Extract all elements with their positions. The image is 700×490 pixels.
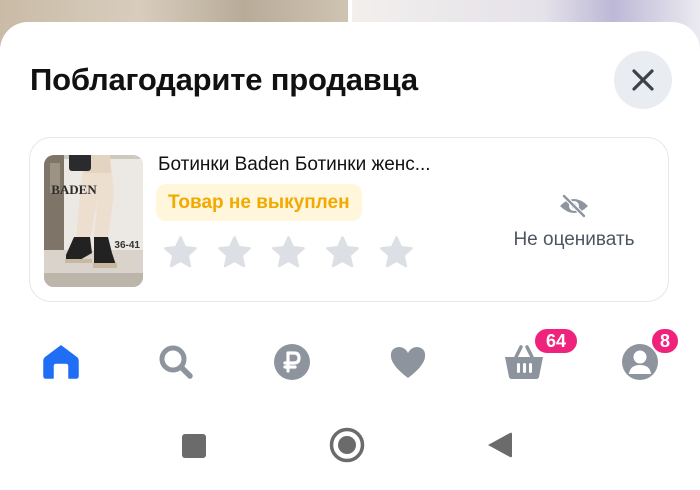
product-name[interactable]: Ботинки Baden Ботинки женс... [158, 154, 431, 176]
rating-stars [162, 234, 415, 271]
bottom-tab-bar: 64 8 [0, 319, 700, 405]
status-badge: Товар не выкуплен [156, 184, 362, 221]
system-home-button[interactable] [329, 427, 365, 468]
tab-home[interactable] [31, 337, 91, 387]
heart-icon [390, 347, 426, 378]
skip-rating-button[interactable]: Не оценивать [494, 193, 654, 251]
skip-rating-label: Не оценивать [513, 229, 635, 250]
back-triangle-icon [488, 432, 512, 458]
star-3-icon[interactable] [270, 234, 307, 271]
sheet-title: Поблагодарите продавца [30, 62, 418, 97]
product-card: BADEN 36-41 Ботинки Baden Ботинки женс..… [29, 137, 669, 302]
star-1-icon[interactable] [162, 234, 199, 271]
home-circle-icon [329, 427, 365, 463]
close-button[interactable] [614, 51, 672, 109]
tab-finance[interactable] [262, 337, 322, 387]
ruble-icon [274, 344, 310, 380]
star-5-icon[interactable] [378, 234, 415, 271]
thumbnail-brand-text: BADEN [51, 182, 97, 197]
tab-search[interactable] [146, 337, 206, 387]
recent-apps-button[interactable] [181, 433, 207, 464]
cart-count-badge: 64 [533, 327, 579, 355]
star-4-icon[interactable] [324, 234, 361, 271]
boots-photo [44, 155, 143, 287]
search-icon [159, 345, 193, 379]
product-thumbnail[interactable]: BADEN 36-41 [44, 155, 143, 287]
thumbnail-sizes-text: 36-41 [114, 240, 140, 251]
profile-notification-badge: 8 [650, 327, 680, 355]
close-icon [632, 69, 654, 91]
thank-seller-sheet: Поблагодарите продавца BADEN 36-41 Ботин… [0, 22, 700, 319]
tab-favorites[interactable] [378, 337, 438, 387]
recent-apps-icon [182, 434, 206, 458]
eye-off-icon [560, 193, 588, 219]
star-2-icon[interactable] [216, 234, 253, 271]
system-back-button[interactable] [486, 430, 514, 465]
system-navigation-bar [0, 405, 700, 490]
home-icon [43, 345, 79, 379]
